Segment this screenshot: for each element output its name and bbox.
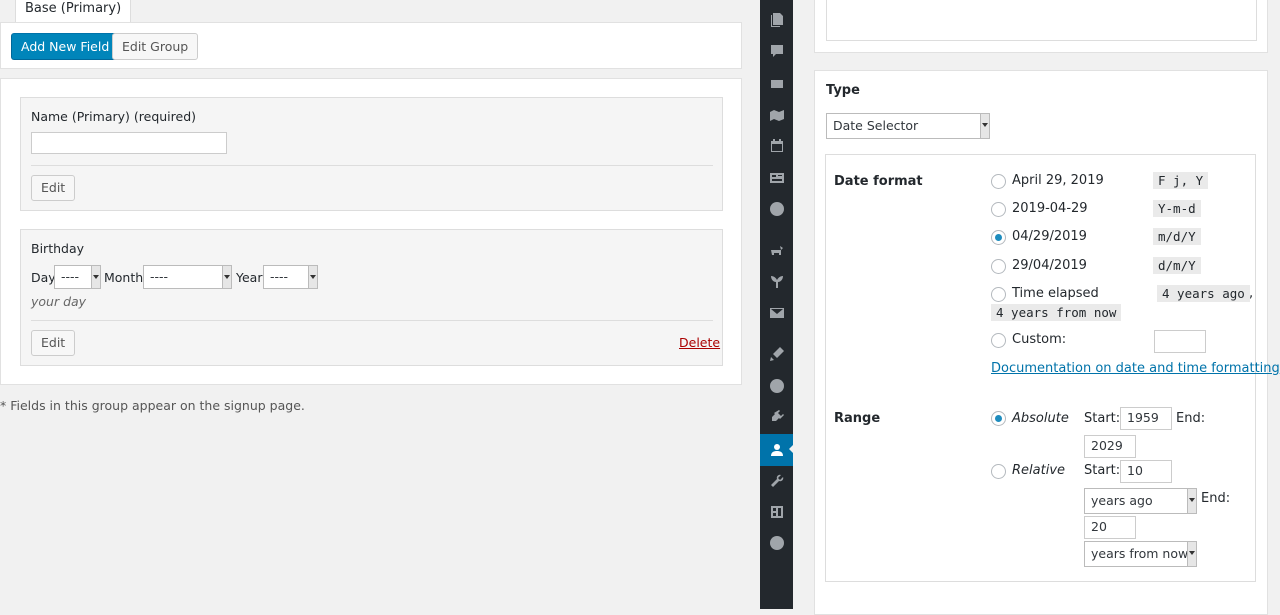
- year-select[interactable]: ----: [263, 265, 318, 289]
- date-options-panel: Date format April 29, 2019 F j, Y 2019-0…: [825, 154, 1280, 582]
- custom-format-input[interactable]: [1154, 330, 1206, 353]
- date-format-option-label: 04/29/2019: [1012, 229, 1087, 244]
- profile-fields-panel: Base (Primary) Add New Field Edit Group …: [0, 0, 760, 609]
- date-format-radio-elapsed[interactable]: [991, 287, 1006, 302]
- comments-icon[interactable]: [760, 36, 793, 66]
- month-label: Month: [104, 270, 144, 285]
- field-label: Name (Primary) (required): [31, 109, 197, 124]
- date-format-code: d/m/Y: [1153, 257, 1201, 274]
- delete-field-link[interactable]: Delete: [679, 335, 720, 350]
- time-elapsed-label: Time elapsed: [1012, 286, 1099, 301]
- chevron-down-icon: [222, 266, 231, 288]
- date-format-radio-1[interactable]: [991, 174, 1006, 189]
- plant-icon[interactable]: [760, 266, 793, 296]
- globe-icon[interactable]: [760, 194, 793, 224]
- date-format-option-label: April 29, 2019: [1012, 173, 1104, 188]
- pages-icon[interactable]: [760, 5, 793, 35]
- absolute-start-label: Start:: [1084, 411, 1121, 426]
- field-birthday: Birthday Day ---- Month ---- Year ---- y…: [20, 229, 723, 366]
- admin-sidebar: [760, 0, 794, 609]
- date-format-label: Date format: [834, 174, 923, 189]
- divider: [31, 320, 713, 321]
- chevron-down-icon: [308, 266, 317, 288]
- divider: [31, 165, 713, 166]
- edit-group-button[interactable]: Edit Group: [112, 33, 199, 60]
- range-label: Range: [834, 411, 881, 426]
- field-description: your day: [31, 294, 87, 309]
- date-format-option-label: 29/04/2019: [1012, 258, 1087, 273]
- absolute-end-label: End:: [1176, 411, 1206, 426]
- type-box: Type Date Selector Date format April 29,…: [814, 70, 1280, 615]
- feedback-icon[interactable]: [760, 69, 793, 99]
- relative-start-unit-select[interactable]: years ago: [1084, 488, 1197, 514]
- date-format-code: Y-m-d: [1153, 200, 1201, 217]
- date-format-docs-link[interactable]: Documentation on date and time formattin…: [991, 361, 1280, 376]
- relative-start-unit-value: years ago: [1091, 493, 1153, 508]
- pets-icon[interactable]: [760, 235, 793, 265]
- field-name: Name (Primary) (required) Edit: [20, 97, 723, 211]
- relative-end-unit-value: years from now: [1091, 546, 1189, 561]
- day-select-value: ----: [61, 269, 80, 284]
- range-relative-radio[interactable]: [991, 464, 1006, 479]
- tab-base-primary[interactable]: Base (Primary): [15, 0, 132, 23]
- month-select-value: ----: [150, 269, 169, 284]
- description-box: [814, 0, 1268, 53]
- range-absolute-label: Absolute: [1012, 411, 1069, 426]
- forms-icon[interactable]: [760, 163, 793, 193]
- date-format-code: m/d/Y: [1153, 228, 1201, 245]
- date-format-radio-custom[interactable]: [991, 333, 1006, 348]
- range-relative-label: Relative: [1012, 463, 1066, 478]
- users-icon[interactable]: [760, 434, 794, 466]
- relative-start-input[interactable]: 10: [1120, 460, 1172, 483]
- chevron-down-icon: [91, 266, 100, 288]
- date-format-radio-3[interactable]: [991, 230, 1006, 245]
- tools-icon[interactable]: [760, 466, 793, 496]
- mail-icon[interactable]: [760, 298, 793, 328]
- edit-field-button[interactable]: Edit: [31, 175, 76, 201]
- day-select[interactable]: ----: [54, 265, 101, 289]
- description-textarea[interactable]: [826, 0, 1257, 41]
- edit-field-button[interactable]: Edit: [31, 330, 76, 356]
- month-select[interactable]: ----: [143, 265, 232, 289]
- absolute-end-input[interactable]: 2029: [1084, 435, 1136, 458]
- group-toolbar: Add New Field Edit Group: [0, 22, 742, 69]
- field-settings-panel: Type Date Selector Date format April 29,…: [793, 0, 1280, 615]
- year-label: Year: [236, 270, 263, 285]
- date-format-radio-2[interactable]: [991, 202, 1006, 217]
- type-select[interactable]: Date Selector: [826, 113, 990, 139]
- date-format-code: F j, Y: [1153, 172, 1209, 189]
- type-select-value: Date Selector: [833, 118, 919, 133]
- settings-icon[interactable]: [760, 497, 793, 527]
- relative-start-label: Start:: [1084, 463, 1121, 478]
- buddypress-icon[interactable]: [760, 371, 793, 401]
- calendar-icon[interactable]: [760, 131, 793, 161]
- relative-end-unit-select[interactable]: years from now: [1084, 541, 1197, 567]
- day-label: Day: [31, 270, 56, 285]
- signup-footnote: * Fields in this group appear on the sig…: [0, 398, 305, 413]
- elapsed-separator: ,: [1249, 286, 1254, 301]
- fields-list: Name (Primary) (required) Edit Birthday …: [0, 78, 742, 385]
- absolute-start-input[interactable]: 1959: [1120, 407, 1172, 430]
- plugins-icon[interactable]: [760, 402, 793, 432]
- chevron-down-icon: [980, 114, 989, 138]
- elapsed-code-future: 4 years from now: [991, 304, 1122, 321]
- type-label: Type: [826, 83, 860, 98]
- appearance-icon[interactable]: [760, 339, 793, 369]
- field-label: Birthday: [31, 241, 85, 256]
- custom-format-label: Custom:: [1012, 332, 1067, 347]
- year-select-value: ----: [270, 269, 289, 284]
- chevron-down-icon: [1187, 542, 1196, 566]
- range-absolute-radio[interactable]: [991, 411, 1006, 426]
- name-input[interactable]: [31, 132, 227, 154]
- add-new-field-button[interactable]: Add New Field: [11, 33, 120, 60]
- map-icon[interactable]: [760, 100, 793, 130]
- date-format-radio-4[interactable]: [991, 259, 1006, 274]
- media-play-icon[interactable]: [760, 528, 793, 558]
- date-format-option-label: 2019-04-29: [1012, 201, 1088, 216]
- elapsed-code-past: 4 years ago: [1157, 285, 1250, 302]
- relative-end-label: End:: [1201, 491, 1231, 506]
- chevron-down-icon: [1187, 489, 1196, 513]
- relative-end-input[interactable]: 20: [1084, 516, 1136, 539]
